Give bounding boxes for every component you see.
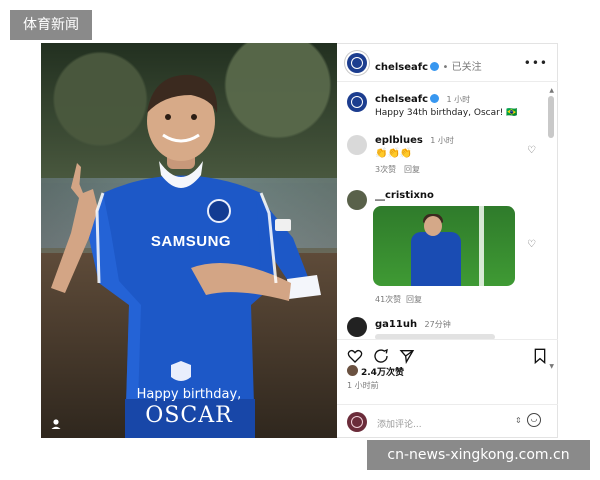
- scroll-up-arrow-icon[interactable]: ▲: [549, 87, 554, 94]
- post-photo[interactable]: SAMSUNG Happy birthday, OSCAR: [41, 43, 337, 438]
- emoji-picker-icon[interactable]: ◡: [527, 413, 541, 427]
- post-header-username[interactable]: chelseafc • 已关注: [375, 58, 482, 73]
- comment-2-like-heart-icon[interactable]: ♡: [527, 240, 537, 250]
- current-user-avatar: [347, 412, 367, 432]
- comment-1-text: 👏👏👏: [375, 148, 413, 159]
- comment-3-username[interactable]: ga11uh 27分钟: [375, 319, 451, 330]
- caption-verified-badge-icon: [430, 94, 440, 103]
- feed-scrollbar-thumb[interactable]: [548, 96, 554, 138]
- comment-composer: 添加评论... ⇕ ◡: [337, 404, 558, 438]
- post-header: chelseafc • 已关注 •••: [337, 44, 558, 82]
- comment-1-likes[interactable]: 3次赞: [375, 164, 396, 175]
- source-watermark-top: 体育新闻: [10, 10, 92, 40]
- comment-input[interactable]: 添加评论...: [377, 417, 422, 430]
- comment-1-username-text[interactable]: eplblues: [375, 135, 423, 146]
- comment-2-username[interactable]: __cristixno: [375, 190, 434, 201]
- comment-2-reply-button[interactable]: 回复: [406, 294, 422, 305]
- chelseafc-avatar[interactable]: [347, 53, 367, 73]
- chelseafc-caption-avatar[interactable]: [347, 92, 367, 112]
- ga11uh-avatar[interactable]: [347, 317, 367, 337]
- comment-3-username-text[interactable]: ga11uh: [375, 319, 417, 330]
- header-username-text[interactable]: chelseafc: [375, 62, 428, 73]
- comments-feed[interactable]: chelseafc 1 小时 Happy 34th birthday, Osca…: [337, 82, 558, 374]
- tagged-people-icon[interactable]: [49, 417, 63, 431]
- liker-avatar[interactable]: [347, 365, 358, 376]
- instagram-post-panel: chelseafc • 已关注 ••• chelseafc 1 小时 Happy…: [337, 43, 558, 438]
- comment-1-time: 1 小时: [430, 136, 454, 145]
- source-watermark-bottom: cn-news-xingkong.com.cn: [367, 440, 590, 470]
- verified-badge-icon: [430, 62, 440, 71]
- caption-username[interactable]: chelseafc 1 小时: [375, 94, 470, 105]
- like-heart-icon[interactable]: [347, 348, 363, 364]
- comment-1-username[interactable]: eplblues 1 小时: [375, 135, 454, 146]
- birthday-caption-line1: Happy birthday,: [136, 387, 242, 402]
- save-bookmark-icon[interactable]: [533, 348, 547, 364]
- comment-2-gif[interactable]: [373, 206, 515, 286]
- caption-username-text[interactable]: chelseafc: [375, 94, 428, 105]
- caption-time: 1 小时: [446, 95, 471, 104]
- comment-bubble-icon[interactable]: [373, 348, 389, 364]
- cristixno-avatar[interactable]: [347, 190, 367, 210]
- comment-1-reply-button[interactable]: 回复: [404, 164, 420, 175]
- birthday-caption-name: OSCAR: [145, 403, 233, 428]
- screenshot-page: 体育新闻 SAMSUNG Happy birthday, OSCAR chels…: [0, 0, 600, 480]
- more-options-icon[interactable]: •••: [524, 56, 548, 70]
- comment-1-like-heart-icon[interactable]: ♡: [527, 146, 537, 156]
- shirt-sponsor-text: SAMSUNG: [150, 233, 232, 250]
- composer-toggle-icon[interactable]: ⇕: [515, 416, 522, 425]
- post-timestamp[interactable]: 1 小时前: [347, 380, 379, 391]
- follow-status-text[interactable]: • 已关注: [443, 62, 482, 73]
- comment-3-time: 27分钟: [424, 320, 451, 329]
- comment-2-likes[interactable]: 41次赞: [375, 294, 401, 305]
- caption-text: Happy 34th birthday, Oscar! 🇧🇷: [375, 108, 518, 118]
- eplblues-avatar[interactable]: [347, 135, 367, 155]
- share-send-icon[interactable]: [399, 348, 415, 364]
- likes-count[interactable]: 2.4万次赞: [361, 365, 404, 378]
